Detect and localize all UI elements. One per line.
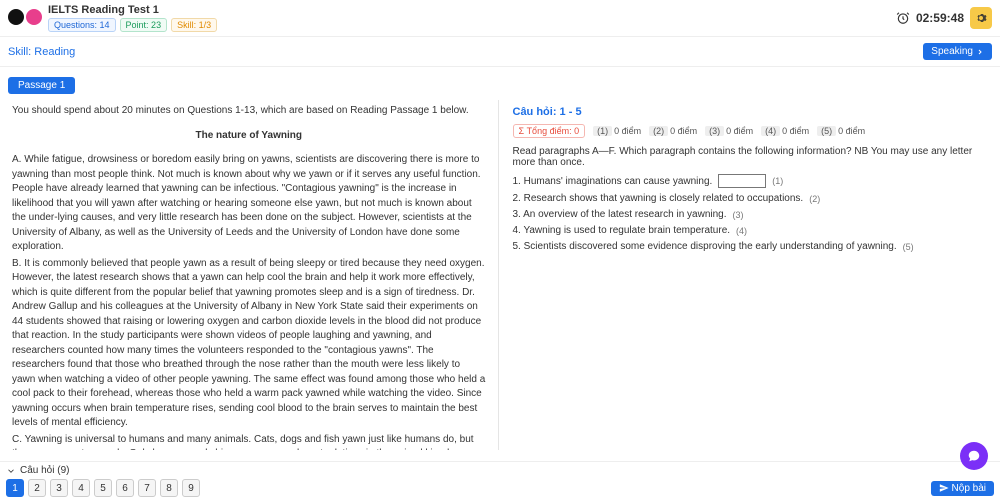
qnav-6[interactable]: 6: [116, 479, 134, 497]
submit-button[interactable]: Nộp bài: [931, 481, 994, 496]
passage-para-a: A. While fatigue, drowsiness or boredom …: [12, 153, 486, 255]
question-nav-row: 1 2 3 4 5 6 7 8 9 Nộp bài: [6, 479, 994, 497]
score-3: (3)0 điểm: [705, 126, 753, 136]
score-row: Σ Tổng điểm: 0 (1)0 điểm (2)0 điểm (3)0 …: [513, 124, 987, 138]
app-logo: [8, 9, 42, 27]
question-item-4: 4. Yawning is used to regulate brain tem…: [513, 225, 987, 236]
question-item-5: 5. Scientists discovered some evidence d…: [513, 241, 987, 252]
pill-questions: Questions: 14: [48, 18, 116, 32]
skill-label: Skill: Reading: [8, 46, 75, 58]
send-icon: [939, 483, 949, 493]
question-item-3: 3. An overview of the latest research in…: [513, 209, 987, 220]
chevron-right-icon: [976, 48, 984, 56]
question-item-1: 1. Humans' imaginations can cause yawnin…: [513, 174, 987, 188]
chat-icon: [967, 449, 981, 463]
qnav-1[interactable]: 1: [6, 479, 24, 497]
question-panel: Câu hỏi: 1 - 5 Σ Tổng điểm: 0 (1)0 điểm …: [503, 100, 997, 450]
qnav-7[interactable]: 7: [138, 479, 156, 497]
qnav-8[interactable]: 8: [160, 479, 178, 497]
speaking-button[interactable]: Speaking: [923, 43, 992, 60]
passage-panel: You should spend about 20 minutes on Que…: [4, 100, 494, 450]
passage-para-c: C. Yawning is universal to humans and ma…: [12, 433, 486, 451]
pill-points: Point: 23: [120, 18, 168, 32]
test-title: IELTS Reading Test 1: [48, 4, 217, 16]
score-1: (1)0 điểm: [593, 126, 641, 136]
question-instruction: Read paragraphs A—F. Which paragraph con…: [513, 146, 987, 168]
question-range-header: Câu hỏi: 1 - 5: [513, 106, 987, 118]
score-5: (5)0 điểm: [817, 126, 865, 136]
chat-fab[interactable]: [960, 442, 988, 470]
qnav-5[interactable]: 5: [94, 479, 112, 497]
alarm-icon: [896, 11, 910, 25]
passage-heading: The nature of Yawning: [12, 129, 486, 144]
sub-header: Skill: Reading Speaking: [0, 37, 1000, 67]
qnav-9[interactable]: 9: [182, 479, 200, 497]
passage-tabs: Passage 1: [0, 67, 1000, 100]
total-score: Σ Tổng điểm: 0: [513, 124, 586, 138]
pill-skill: Skill: 1/3: [171, 18, 217, 32]
gear-icon: [975, 12, 987, 24]
speaking-label: Speaking: [931, 46, 973, 57]
vertical-divider: [498, 100, 499, 450]
passage-para-b: B. It is commonly believed that people y…: [12, 257, 486, 431]
tab-passage-1[interactable]: Passage 1: [8, 77, 75, 94]
bottom-bar: Câu hỏi (9) 1 2 3 4 5 6 7 8 9 Nộp bài: [0, 461, 1000, 500]
questions-toggle[interactable]: Câu hỏi (9): [6, 465, 994, 476]
timer: 02:59:48: [916, 11, 964, 25]
qnav-4[interactable]: 4: [72, 479, 90, 497]
score-4: (4)0 điểm: [761, 126, 809, 136]
main-content: You should spend about 20 minutes on Que…: [0, 100, 1000, 474]
qnav-3[interactable]: 3: [50, 479, 68, 497]
qnav-2[interactable]: 2: [28, 479, 46, 497]
title-block: IELTS Reading Test 1 Questions: 14 Point…: [48, 4, 217, 32]
question-item-2: 2. Research shows that yawning is closel…: [513, 193, 987, 204]
chevron-down-icon: [6, 466, 16, 476]
score-2: (2)0 điểm: [649, 126, 697, 136]
passage-instruction: You should spend about 20 minutes on Que…: [12, 104, 486, 119]
answer-input-1[interactable]: [718, 174, 766, 188]
topbar: IELTS Reading Test 1 Questions: 14 Point…: [0, 0, 1000, 37]
settings-button[interactable]: [970, 7, 992, 29]
